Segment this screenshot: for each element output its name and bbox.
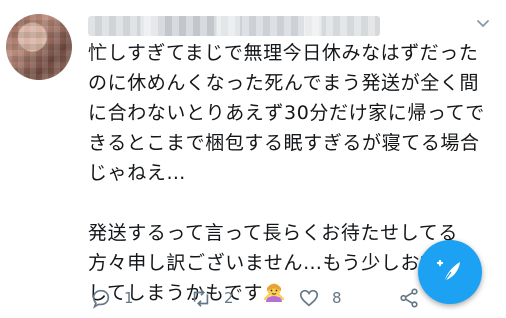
reply-icon bbox=[92, 289, 110, 309]
compose-feather-icon bbox=[436, 259, 460, 283]
share-icon bbox=[400, 288, 418, 308]
retweet-button[interactable]: 2 bbox=[190, 286, 234, 310]
reply-count: 1 bbox=[124, 289, 134, 307]
tweet[interactable]: 忙しすぎてまじで無理今日休みなはずだったのに休めんくなった死んでまう発送が全く間… bbox=[0, 0, 506, 318]
retweet-count: 2 bbox=[224, 289, 234, 307]
share-button[interactable] bbox=[398, 286, 420, 310]
heart-icon bbox=[299, 289, 319, 307]
author-name-blurred[interactable] bbox=[88, 16, 380, 36]
reply-button[interactable]: 1 bbox=[90, 286, 134, 310]
like-count: 8 bbox=[332, 289, 342, 307]
compose-tweet-button[interactable] bbox=[418, 240, 482, 304]
chevron-down-icon[interactable] bbox=[474, 16, 492, 34]
like-button[interactable]: 8 bbox=[298, 286, 342, 310]
retweet-icon bbox=[193, 289, 209, 307]
avatar[interactable] bbox=[6, 14, 72, 80]
